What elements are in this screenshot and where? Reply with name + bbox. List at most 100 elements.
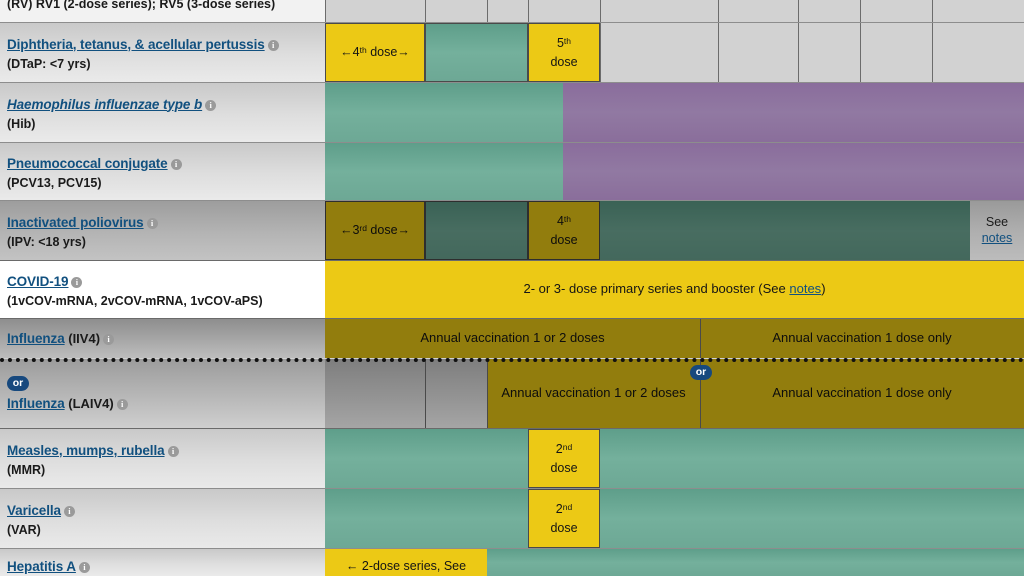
gridline-v bbox=[487, 359, 488, 428]
dtap-dose5-text: 5th dose bbox=[550, 35, 578, 69]
ipv-link[interactable]: Inactivated poliovirus bbox=[7, 215, 144, 230]
cell-ipv-dose4: 4th dose bbox=[528, 201, 600, 260]
cell-laiv4-annual-1or2: Annual vaccination 1 or 2 doses bbox=[487, 359, 700, 428]
var-name-line: Varicella i bbox=[7, 502, 315, 520]
row-label-mmr: Measles, mumps, rubella i (MMR) bbox=[0, 429, 325, 488]
gridline-v bbox=[528, 0, 529, 22]
cell-mmr-dose2: 2nd dose bbox=[528, 429, 600, 488]
pcv-name-line: Pneumococcal conjugate i bbox=[7, 155, 315, 173]
influenza-iiv4-suffix: (IIV4) bbox=[68, 331, 101, 346]
info-icon[interactable]: i bbox=[63, 505, 75, 517]
ipv-dose4-text: 4th dose bbox=[550, 213, 578, 247]
covid-name-line: COVID-19 i bbox=[7, 273, 315, 291]
varicella-link[interactable]: Varicella bbox=[7, 503, 61, 518]
laiv4-1or2-text: Annual vaccination 1 or 2 doses bbox=[501, 385, 686, 401]
or-badge-left: or bbox=[7, 375, 29, 391]
row-label-hib: Haemophilus influenzae type bi (Hib) bbox=[0, 83, 325, 142]
gridline-v bbox=[425, 0, 426, 22]
laiv4-1only-text: Annual vaccination 1 dose only bbox=[772, 385, 952, 401]
covid-sub: (1vCOV-mRNA, 2vCOV-mRNA, 1vCOV-aPS) bbox=[7, 293, 263, 308]
cell-ipv-green-range bbox=[425, 201, 528, 260]
info-icon[interactable]: i bbox=[146, 217, 158, 229]
mmr-dose2-text: 2nd dose bbox=[550, 441, 578, 475]
info-icon[interactable]: i bbox=[167, 445, 179, 457]
info-icon[interactable]: i bbox=[205, 99, 217, 111]
row-label-pcv: Pneumococcal conjugate i (PCV13, PCV15) bbox=[0, 143, 325, 200]
gridline-v bbox=[932, 0, 933, 22]
cell-iiv4-annual-1only: Annual vaccination 1 dose only bbox=[700, 319, 1024, 358]
info-icon[interactable]: i bbox=[71, 276, 83, 288]
dtap-dose4-text: ←4th dose→ bbox=[340, 44, 410, 59]
dtap-link[interactable]: Diphtheria, tetanus, & acellular pertuss… bbox=[7, 37, 265, 52]
cell-ipv-see-notes: See notes bbox=[970, 201, 1024, 260]
info-icon[interactable]: i bbox=[170, 158, 182, 170]
info-icon[interactable]: i bbox=[267, 39, 279, 51]
gridline-v bbox=[718, 0, 719, 22]
row-label-varicella: Varicella i (VAR) bbox=[0, 489, 325, 548]
cell-laiv4-empty bbox=[325, 359, 487, 428]
var-dose2-text: 2nd dose bbox=[550, 501, 578, 535]
hib-sub: (Hib) bbox=[7, 116, 36, 131]
hepa-text: ← 2-dose series, See bbox=[345, 558, 467, 573]
pcv-link[interactable]: Pneumococcal conjugate bbox=[7, 156, 168, 171]
info-icon[interactable]: i bbox=[116, 398, 128, 410]
gridline-v bbox=[600, 23, 601, 82]
cell-hib-purple bbox=[563, 83, 1024, 142]
hepa-name-line: Hepatitis Ai bbox=[7, 558, 315, 576]
hib-link[interactable]: Haemophilus influenzae type b bbox=[7, 97, 202, 112]
gridline-v bbox=[700, 319, 701, 358]
influenza-laiv4-suffix: (LAIV4) bbox=[68, 395, 114, 411]
or-badge-right: or bbox=[690, 365, 712, 380]
cell-covid19-series: 2- or 3- dose primary series and booster… bbox=[325, 261, 1024, 318]
gridline-v bbox=[718, 23, 719, 82]
row-label-dtap: Diphtheria, tetanus, & acellular pertuss… bbox=[0, 23, 325, 82]
dtap-sub: (DTaP: <7 yrs) bbox=[7, 56, 91, 71]
row-label-rotavirus-partial: (RV) RV1 (2-dose series); RV5 (3-dose se… bbox=[0, 0, 325, 22]
gridline-v bbox=[425, 359, 426, 428]
cell-var-dose2: 2nd dose bbox=[528, 489, 600, 548]
or-dotted-separator bbox=[0, 358, 1024, 362]
info-icon[interactable]: i bbox=[78, 562, 90, 573]
cell-dtap-green-range bbox=[425, 23, 528, 82]
covid-notes-link[interactable]: notes bbox=[789, 281, 821, 296]
cell-ipv-green-long bbox=[600, 201, 970, 260]
influenza-iiv4-link[interactable]: Influenza bbox=[7, 331, 65, 346]
iiv4-1or2-text: Annual vaccination 1 or 2 doses bbox=[420, 330, 605, 346]
gridline-v bbox=[798, 23, 799, 82]
gridline-v bbox=[325, 0, 326, 22]
mmr-name-line: Measles, mumps, rubella i bbox=[7, 442, 315, 460]
laiv4-name-line: Influenza (LAIV4) i bbox=[7, 395, 315, 413]
info-icon[interactable]: i bbox=[103, 334, 115, 345]
var-sub: (VAR) bbox=[7, 522, 41, 537]
ipv-dose3-text: ←3rd dose→ bbox=[339, 222, 411, 237]
ipv-name-line: Inactivated poliovirus i bbox=[7, 214, 315, 232]
gridline-v bbox=[932, 23, 933, 82]
cell-dtap-dose4: ←4th dose→ bbox=[325, 23, 425, 82]
cell-pcv-purple bbox=[563, 143, 1024, 200]
cell-hib-green bbox=[325, 83, 563, 142]
ipv-sub: (IPV: <18 yrs) bbox=[7, 234, 86, 249]
mmr-sub: (MMR) bbox=[7, 462, 46, 477]
gridline-v bbox=[487, 0, 488, 22]
cell-mmr-green bbox=[325, 429, 1024, 488]
cell-hepa-2dose-series: ← 2-dose series, See bbox=[325, 549, 487, 576]
cell-var-green bbox=[325, 489, 1024, 548]
row-label-influenza-iiv4: Influenza (IIV4) i bbox=[0, 319, 325, 358]
gridline-v bbox=[860, 23, 861, 82]
cell-laiv4-annual-1only: Annual vaccination 1 dose only bbox=[700, 359, 1024, 428]
influenza-laiv4-link[interactable]: Influenza bbox=[7, 396, 65, 411]
gridline-v bbox=[860, 0, 861, 22]
cell-dtap-dose5: 5th dose bbox=[528, 23, 600, 82]
row-label-ipv: Inactivated poliovirus i (IPV: <18 yrs) bbox=[0, 201, 325, 260]
rotavirus-partial-text: (RV) RV1 (2-dose series); RV5 (3-dose se… bbox=[7, 0, 276, 11]
hepatitis-a-link[interactable]: Hepatitis A bbox=[7, 559, 76, 574]
mmr-link[interactable]: Measles, mumps, rubella bbox=[7, 443, 165, 458]
covid19-link[interactable]: COVID-19 bbox=[7, 274, 69, 289]
hib-name-line: Haemophilus influenzae type bi bbox=[7, 96, 315, 114]
gridline-v bbox=[600, 0, 601, 22]
iiv4-1only-text: Annual vaccination 1 dose only bbox=[772, 330, 952, 346]
cell-iiv4-annual-1or2: Annual vaccination 1 or 2 doses bbox=[325, 319, 700, 358]
row-label-hepatitis-a: Hepatitis Ai bbox=[0, 549, 325, 576]
ipv-notes-link[interactable]: notes bbox=[982, 231, 1013, 247]
immunization-schedule-table: (RV) RV1 (2-dose series); RV5 (3-dose se… bbox=[0, 0, 1024, 576]
